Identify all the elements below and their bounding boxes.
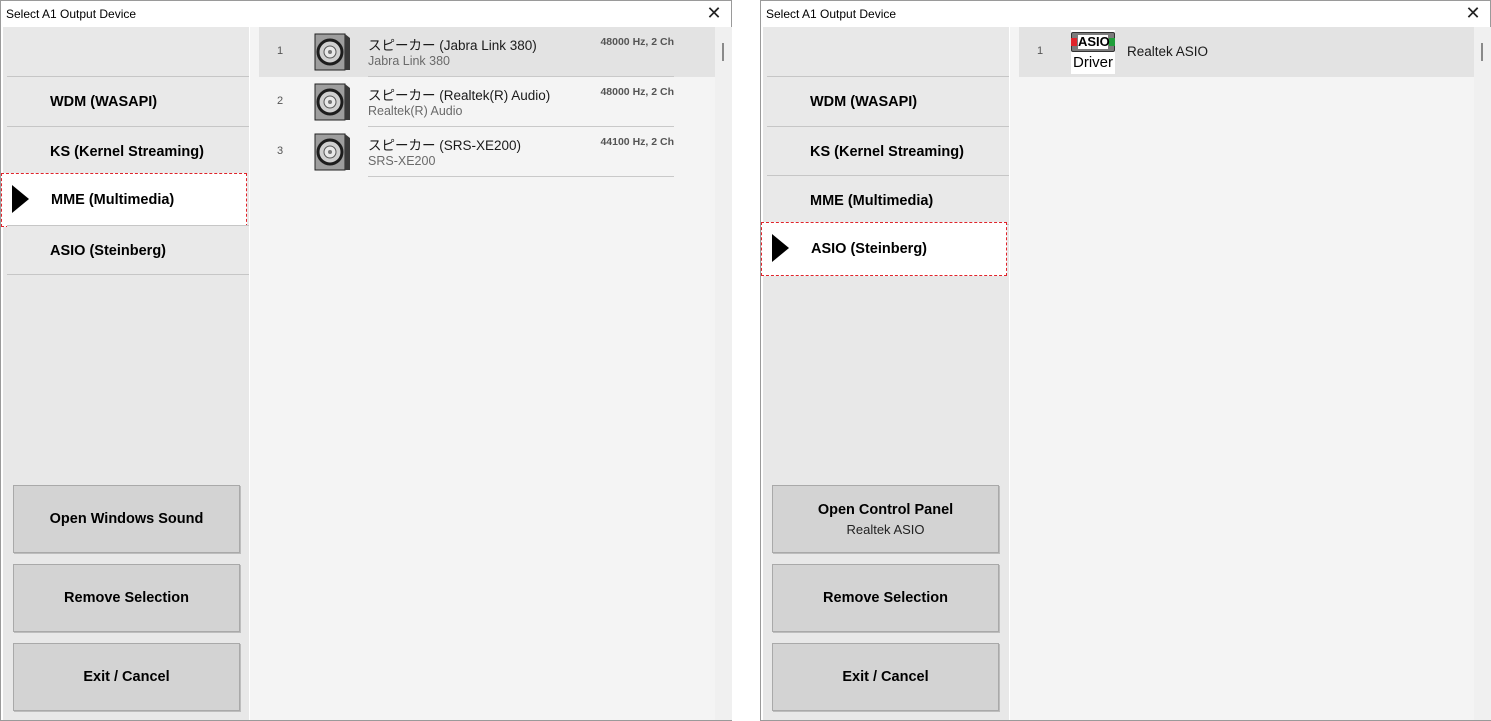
device-list-scrollbar[interactable]: [1474, 27, 1491, 720]
open-windows-sound-button[interactable]: Open Windows Sound: [13, 485, 240, 553]
remove-selection-button[interactable]: Remove Selection: [13, 564, 240, 632]
exit-cancel-button[interactable]: Exit / Cancel: [772, 643, 999, 711]
title-bar: Select A1 Output Device ✕: [761, 1, 1490, 27]
device-name: Realtek ASIO: [1127, 44, 1209, 59]
device-name: スピーカー (Jabra Link 380): [368, 38, 537, 53]
tab-mme-multimedia[interactable]: MME (Multimedia): [767, 175, 1009, 225]
device-index: 3: [277, 145, 284, 157]
output-device-dialog-asio: Select A1 Output Device ✕ WDM (WASAPI) K…: [760, 0, 1491, 721]
device-format: 44100 Hz, 2 Ch: [600, 136, 674, 148]
speaker-icon: [314, 33, 350, 71]
tab-ks-kernel-streaming[interactable]: KS (Kernel Streaming): [7, 126, 249, 176]
exit-cancel-button[interactable]: Exit / Cancel: [13, 643, 240, 711]
asio-driver-icon: ASIO Driver: [1071, 30, 1115, 74]
device-row[interactable]: 1 ASIO Driver Realtek ASIO: [1019, 27, 1475, 77]
close-icon[interactable]: ✕: [703, 3, 725, 25]
tab-ks-kernel-streaming[interactable]: KS (Kernel Streaming): [767, 126, 1009, 176]
tab-wdm-wasapi[interactable]: WDM (WASAPI): [7, 76, 249, 126]
device-name: スピーカー (SRS-XE200): [368, 138, 522, 153]
device-driver: Jabra Link 380: [368, 54, 451, 68]
remove-selection-button[interactable]: Remove Selection: [772, 564, 999, 632]
tab-label: WDM (WASAPI): [50, 94, 158, 110]
device-index: 1: [277, 45, 284, 57]
speaker-icon: [314, 83, 350, 121]
button-label: Open Control Panel: [817, 502, 954, 518]
tab-label: KS (Kernel Streaming): [810, 144, 964, 160]
scrollbar-thumb[interactable]: [1481, 43, 1483, 61]
button-label: Remove Selection: [64, 590, 189, 606]
logo-text: Driver: [1073, 54, 1113, 71]
tab-label: MME (Multimedia): [51, 192, 175, 208]
tab-label: KS (Kernel Streaming): [50, 144, 204, 160]
title-bar: Select A1 Output Device ✕: [1, 1, 731, 27]
window-title: Select A1 Output Device: [6, 7, 137, 21]
button-label: Exit / Cancel: [83, 669, 170, 685]
open-control-panel-button[interactable]: Open Control Panel Realtek ASIO: [772, 485, 999, 553]
scrollbar-thumb[interactable]: [722, 43, 724, 61]
tab-asio-steinberg[interactable]: ASIO (Steinberg): [7, 225, 249, 275]
speaker-icon: [314, 133, 350, 171]
device-list: 1 ASIO Driver Realtek ASIO: [1010, 27, 1475, 720]
device-driver: Realtek(R) Audio: [368, 104, 463, 118]
device-driver: SRS-XE200: [368, 154, 436, 168]
button-label: Remove Selection: [823, 590, 948, 606]
device-format: 48000 Hz, 2 Ch: [600, 36, 674, 48]
output-device-dialog-mme: Select A1 Output Device ✕ WDM (WASAPI) K…: [0, 0, 732, 721]
selected-arrow-icon: [772, 234, 789, 262]
tab-wdm-wasapi[interactable]: WDM (WASAPI): [767, 76, 1009, 126]
tab-mme-multimedia[interactable]: MME (Multimedia): [1, 173, 247, 227]
tab-label: ASIO (Steinberg): [50, 243, 167, 259]
button-sublabel: Realtek ASIO: [846, 522, 925, 537]
selected-arrow-icon: [12, 185, 29, 213]
device-format: 48000 Hz, 2 Ch: [600, 86, 674, 98]
tab-label: WDM (WASAPI): [810, 94, 918, 110]
device-row[interactable]: 3 スピーカー (SRS-XE200) SRS-XE200 44100 Hz, …: [259, 127, 715, 177]
device-name: スピーカー (Realtek(R) Audio): [368, 88, 551, 103]
device-index: 2: [277, 95, 284, 107]
row-divider: [368, 176, 674, 177]
device-row[interactable]: 1 スピーカー (Jabra Link 380) Jabra Link 380 …: [259, 27, 715, 77]
device-list-scrollbar[interactable]: [715, 27, 732, 720]
tab-label: ASIO (Steinberg): [811, 241, 928, 257]
tab-label: MME (Multimedia): [810, 193, 934, 209]
button-label: Open Windows Sound: [49, 511, 204, 527]
logo-text: ASIO: [1078, 34, 1110, 49]
window-title: Select A1 Output Device: [766, 7, 897, 21]
button-label: Exit / Cancel: [842, 669, 929, 685]
close-icon[interactable]: ✕: [1462, 3, 1484, 25]
device-list: 1 スピーカー (Jabra Link 380) Jabra Link 380 …: [250, 27, 715, 720]
device-row[interactable]: 2 スピーカー (Realtek(R) Audio) Realtek(R) Au…: [259, 77, 715, 127]
device-index: 1: [1037, 45, 1044, 57]
tab-asio-steinberg[interactable]: ASIO (Steinberg): [761, 222, 1007, 276]
